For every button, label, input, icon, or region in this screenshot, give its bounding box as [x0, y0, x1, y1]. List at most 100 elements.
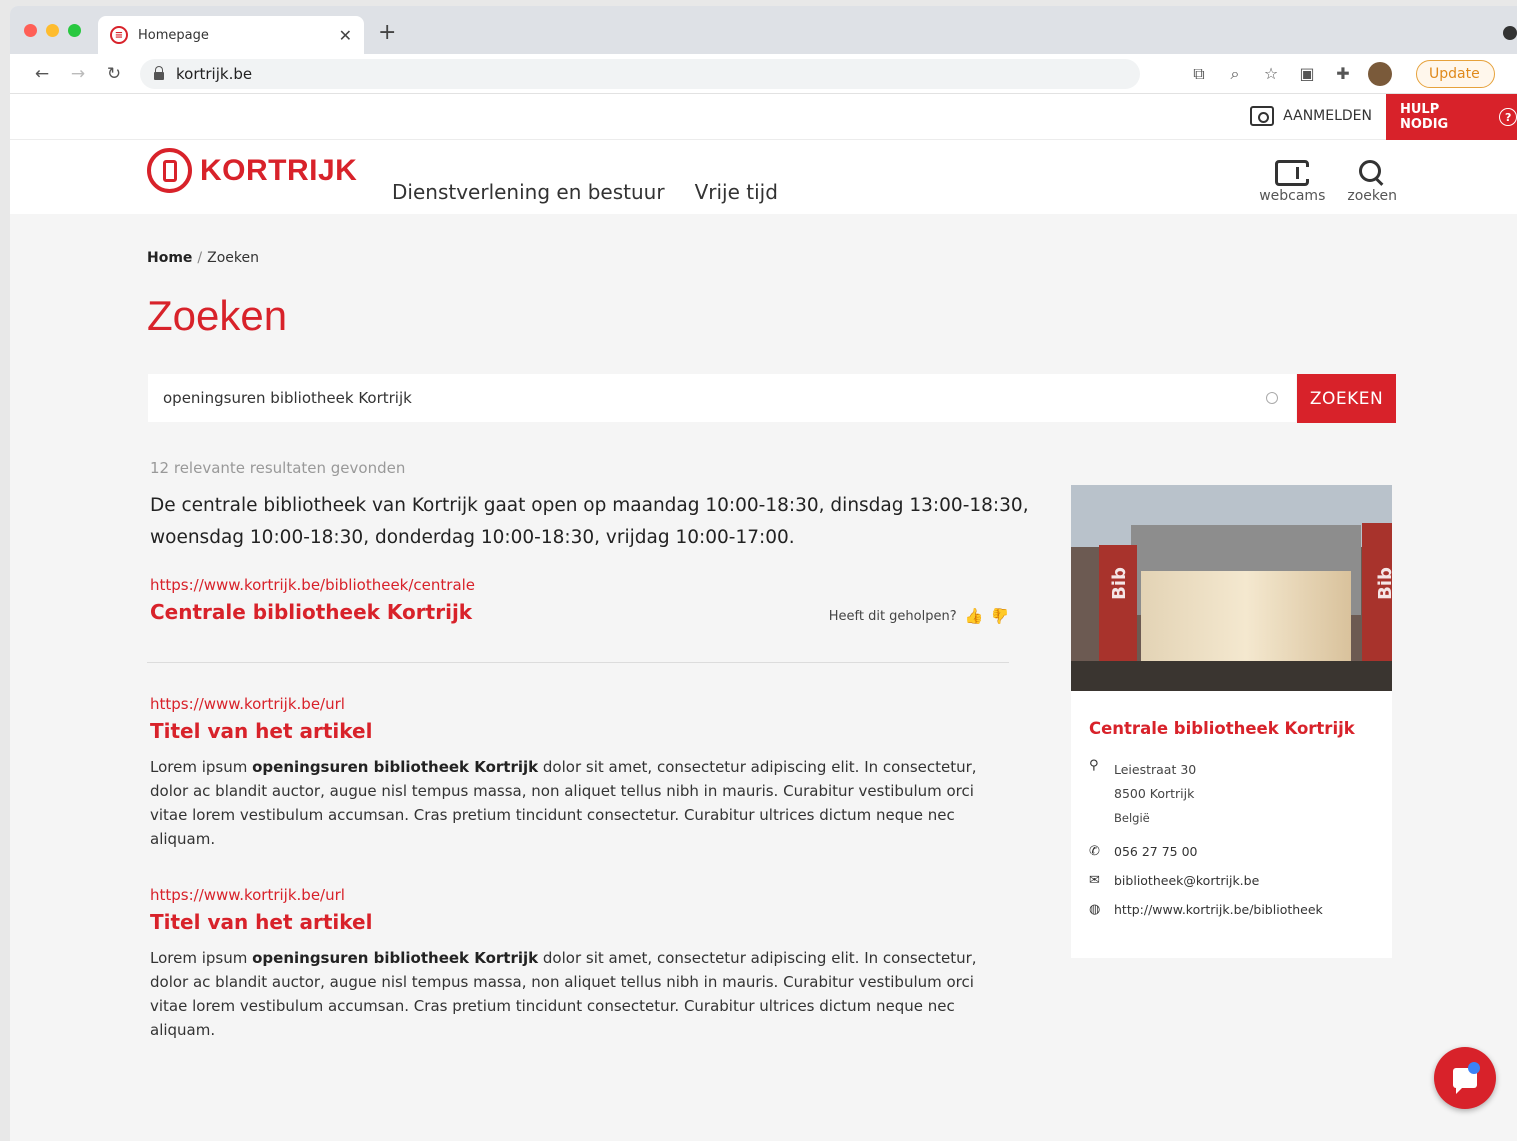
url-text: kortrijk.be — [176, 64, 253, 83]
globe-icon: ◍ — [1089, 902, 1101, 917]
webcam-icon — [1275, 160, 1310, 186]
featured-result-url[interactable]: https://www.kortrijk.be/bibliotheek/cent… — [150, 576, 1010, 594]
search-label: zoeken — [1347, 188, 1397, 204]
card-title: Centrale bibliotheek Kortrijk — [1089, 719, 1355, 738]
reload-icon[interactable]: ↻ — [96, 64, 132, 84]
maximize-window-button[interactable] — [68, 24, 81, 37]
kortrijk-logo[interactable]: KORTRIJK — [147, 148, 357, 193]
snippet-highlight: openingsuren bibliotheek Kortrijk — [252, 758, 539, 776]
tab-search-icon[interactable] — [1503, 26, 1517, 40]
address-row: ⚲ Leiestraat 30 8500 Kortrijk België — [1089, 758, 1374, 830]
feedback-question: Heeft dit geholpen? — [828, 608, 957, 624]
kortrijk-emblem-icon — [147, 148, 192, 193]
forward-icon[interactable]: → — [60, 64, 96, 84]
page-title: Zoeken — [147, 292, 288, 339]
result-count: 12 relevante resultaten gevonden — [150, 459, 406, 477]
results-divider — [147, 662, 1009, 663]
result-title[interactable]: Titel van het artikel — [150, 910, 980, 934]
minimize-window-button[interactable] — [46, 24, 59, 37]
tab-bar: ≡ Homepage ✕ + — [10, 6, 1517, 54]
main-content: Home/Zoeken Zoeken ZOEKEN 12 relevante r… — [10, 214, 1517, 1141]
chat-notification-badge — [1468, 1062, 1480, 1074]
result-url[interactable]: https://www.kortrijk.be/url — [150, 695, 980, 713]
clear-search-icon[interactable] — [1266, 392, 1278, 404]
bookmark-star-icon[interactable]: ☆ — [1260, 64, 1282, 83]
envelope-icon: ✉ — [1089, 873, 1100, 888]
login-label: AANMELDEN — [1283, 108, 1372, 124]
snippet-text: Lorem ipsum — [150, 949, 253, 967]
close-window-button[interactable] — [24, 24, 37, 37]
zoom-icon[interactable]: ⌕ — [1224, 64, 1246, 84]
photo-sign-right: Bib — [1374, 567, 1392, 600]
logo-text: KORTRIJK — [200, 153, 358, 187]
breadcrumb-home[interactable]: Home — [147, 250, 192, 266]
search-icon — [1359, 160, 1385, 186]
window-controls — [24, 24, 81, 37]
phone-icon: ✆ — [1089, 844, 1100, 859]
help-button[interactable]: HULP NODIG ? — [1386, 94, 1517, 140]
website-row: ◍ http://www.kortrijk.be/bibliotheek — [1089, 902, 1374, 917]
address: Leiestraat 30 8500 Kortrijk België — [1114, 758, 1196, 830]
library-info-card: Bib Bib Centrale bibliotheek Kortrijk ⚲ … — [1071, 485, 1392, 958]
chat-button[interactable] — [1434, 1047, 1496, 1109]
result-snippet: Lorem ipsum openingsuren bibliotheek Kor… — [150, 755, 980, 851]
help-label: HULP NODIG — [1400, 102, 1449, 132]
phone-link[interactable]: 056 27 75 00 — [1114, 844, 1198, 859]
extensions-icon[interactable]: ✚ — [1332, 64, 1354, 83]
kortrijk-favicon-icon: ≡ — [110, 26, 128, 44]
question-icon: ? — [1499, 108, 1517, 126]
nav-vrije-tijd[interactable]: Vrije tijd — [695, 180, 778, 204]
search-toggle-button[interactable]: zoeken — [1347, 160, 1397, 204]
search-button[interactable]: ZOEKEN — [1297, 374, 1396, 423]
website-link[interactable]: http://www.kortrijk.be/bibliotheek — [1114, 902, 1323, 917]
email-row: ✉ bibliotheek@kortrijk.be — [1089, 873, 1374, 888]
main-nav: Dienstverlening en bestuur Vrije tijd — [392, 180, 778, 204]
webcams-label: webcams — [1259, 188, 1326, 204]
tab-title: Homepage — [138, 27, 209, 43]
search-input[interactable] — [163, 389, 1266, 407]
feedback-widget: Heeft dit geholpen? 👍 👍 — [829, 607, 1010, 625]
phone-row: ✆ 056 27 75 00 — [1089, 844, 1374, 859]
snippet-highlight: openingsuren bibliotheek Kortrijk — [252, 949, 539, 967]
utility-bar: AANMELDEN HULP NODIG ? — [10, 94, 1517, 140]
breadcrumb: Home / Zoeken — [147, 250, 259, 266]
featured-result: https://www.kortrijk.be/bibliotheek/cent… — [150, 576, 1010, 625]
webcams-button[interactable]: webcams — [1259, 160, 1325, 204]
profile-avatar[interactable] — [1368, 61, 1392, 86]
thumbs-down-icon[interactable]: 👍 — [991, 607, 1010, 625]
header-actions: webcams zoeken — [1259, 160, 1397, 204]
nav-dienstverlening[interactable]: Dienstverlening en bestuur — [392, 180, 665, 204]
breadcrumb-separator: / — [197, 250, 203, 266]
address-city: 8500 Kortrijk — [1114, 786, 1195, 801]
browser-tab-homepage[interactable]: ≡ Homepage ✕ — [98, 16, 364, 54]
result-title[interactable]: Titel van het artikel — [150, 719, 980, 743]
search-result: https://www.kortrijk.be/url Titel van he… — [150, 886, 980, 1042]
login-id-icon — [1250, 106, 1275, 126]
location-pin-icon: ⚲ — [1089, 758, 1099, 773]
site-header: KORTRIJK Dienstverlening en bestuur Vrij… — [10, 140, 1517, 214]
search-result: https://www.kortrijk.be/url Titel van he… — [150, 695, 980, 851]
email-link[interactable]: bibliotheek@kortrijk.be — [1114, 873, 1259, 888]
screenshot-icon[interactable]: ▣ — [1296, 64, 1318, 83]
translate-icon[interactable]: ⧉ — [1188, 64, 1210, 84]
update-button[interactable]: Update — [1416, 59, 1495, 88]
photo-glass-facade — [1141, 571, 1351, 661]
card-body: Centrale bibliotheek Kortrijk ⚲ Leiestra… — [1071, 691, 1392, 945]
breadcrumb-current: Zoeken — [207, 250, 260, 266]
back-icon[interactable]: ← — [24, 64, 60, 84]
login-button[interactable]: AANMELDEN — [1250, 106, 1372, 126]
result-url[interactable]: https://www.kortrijk.be/url — [150, 886, 980, 904]
photo-ground — [1071, 661, 1392, 691]
search-field[interactable] — [148, 374, 1296, 422]
address-bar[interactable]: kortrijk.be — [140, 58, 1140, 89]
address-country: België — [1114, 811, 1150, 825]
lock-icon — [154, 65, 164, 80]
browser-toolbar: ← → ↻ kortrijk.be ⧉ ⌕ ☆ ▣ ✚ Update — [10, 54, 1517, 94]
featured-answer: De centrale bibliotheek van Kortrijk gaa… — [150, 495, 1029, 548]
close-tab-icon[interactable]: ✕ — [339, 26, 352, 45]
browser-window: ≡ Homepage ✕ + ← → ↻ kortrijk.be ⧉ ⌕ ☆ ▣… — [10, 6, 1517, 1141]
address-street: Leiestraat 30 — [1114, 762, 1197, 777]
thumbs-up-icon[interactable]: 👍 — [965, 607, 984, 625]
new-tab-button[interactable]: + — [378, 20, 396, 45]
photo-sign-left: Bib — [1108, 567, 1130, 600]
